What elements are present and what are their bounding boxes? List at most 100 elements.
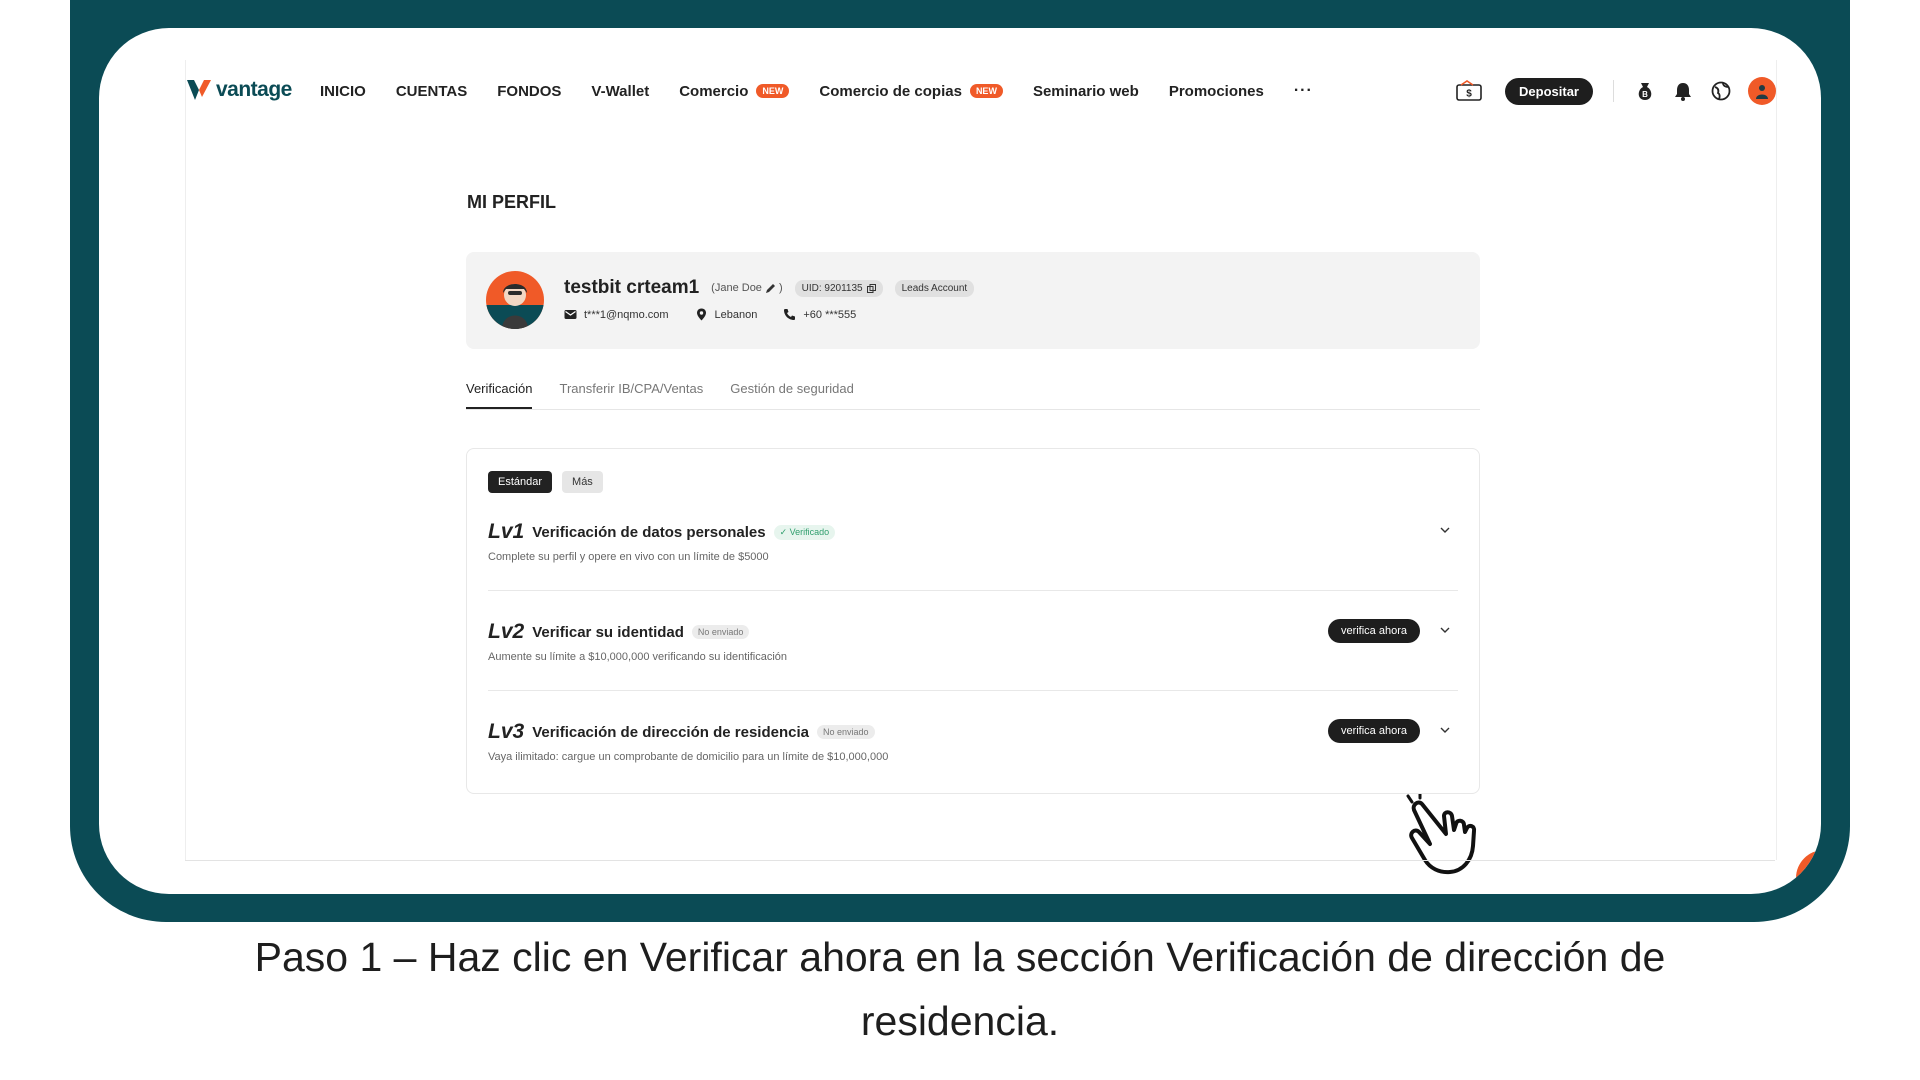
uid-text: UID: 9201135 bbox=[801, 282, 863, 294]
nav-item-label: Promociones bbox=[1168, 82, 1264, 100]
nav-item-inicio[interactable]: INICIO bbox=[320, 83, 366, 100]
level-title: Verificación de datos personales bbox=[532, 523, 766, 541]
nav-item-label: Comercio de copias bbox=[819, 82, 962, 100]
country-info: Lebanon bbox=[695, 308, 758, 321]
level-3-row[interactable]: Lv3 Verificación de dirección de residen… bbox=[488, 719, 1458, 820]
chat-bubble-icon bbox=[1812, 867, 1821, 890]
profile-name-row: testbit crteam1 (Jane Doe ) UID: 9201135… bbox=[564, 277, 975, 299]
globe-icon[interactable] bbox=[1710, 80, 1732, 102]
chevron-down-icon[interactable] bbox=[1438, 523, 1452, 537]
segment-more[interactable]: Más bbox=[562, 471, 603, 493]
phone-info: +60 ***555 bbox=[783, 308, 856, 321]
level-description: Aumente su límite a $10,000,000 verifica… bbox=[488, 651, 788, 663]
profile-avatar bbox=[486, 271, 544, 329]
edit-pencil-icon bbox=[765, 283, 775, 293]
user-icon bbox=[1756, 85, 1768, 99]
profile-card: testbit crteam1 (Jane Doe ) UID: 9201135… bbox=[466, 252, 1480, 349]
caption-line-2: residencia. bbox=[860, 998, 1060, 1044]
ticket-icon[interactable]: $ bbox=[1455, 80, 1483, 102]
app-bottom-border bbox=[185, 860, 1775, 861]
location-pin-icon bbox=[696, 308, 706, 321]
nav-item-fondos[interactable]: FONDOS bbox=[497, 83, 561, 100]
level-header: Lv2 Verificar su identidad No enviado bbox=[488, 620, 750, 644]
status-badge: No enviado bbox=[816, 725, 875, 739]
bell-icon[interactable] bbox=[1672, 80, 1694, 102]
level-title: Verificar su identidad bbox=[532, 623, 684, 641]
nav-item-label: CUENTAS bbox=[395, 82, 468, 100]
page-title: MI PERFIL bbox=[467, 192, 556, 212]
nav-item-label: V-Wallet bbox=[591, 82, 650, 100]
caption-line-1: Paso 1 – Haz clic en Verificar ahora en … bbox=[254, 934, 1666, 980]
avatar-illustration-icon bbox=[486, 284, 544, 329]
nav-right: $ Depositar B bbox=[1455, 60, 1776, 122]
nav-divider bbox=[1613, 80, 1614, 102]
status-badge: No enviado bbox=[691, 625, 750, 639]
new-badge: NEW bbox=[756, 84, 790, 98]
level-header: Lv1 Verificación de datos personales ✓ V… bbox=[488, 520, 836, 544]
account-type-badge: Leads Account bbox=[894, 279, 975, 297]
divider bbox=[488, 590, 1458, 591]
verify-now-button[interactable]: verifica ahora bbox=[1327, 619, 1420, 643]
profile-alias[interactable]: (Jane Doe ) bbox=[711, 282, 782, 294]
phone-icon bbox=[784, 309, 796, 320]
nav-item-label: FONDOS bbox=[497, 82, 562, 100]
pointer-hand-icon bbox=[1406, 794, 1477, 875]
nav-item-v-wallet[interactable]: V-Wallet bbox=[591, 83, 649, 100]
profile-name: testbit crteam1 bbox=[564, 277, 700, 298]
chevron-down-icon[interactable] bbox=[1438, 623, 1452, 637]
nav-item-seminario-web[interactable]: Seminario web bbox=[1033, 83, 1139, 100]
level-header: Lv3 Verificación de dirección de residen… bbox=[488, 720, 875, 744]
screen: vantage INICIO CUENTAS FONDOS V-Wallet C… bbox=[99, 28, 1821, 894]
email-info: t***1@nqmo.com bbox=[564, 308, 669, 321]
verify-now-button[interactable]: verifica ahora bbox=[1327, 719, 1420, 743]
level-title: Verificación de dirección de residencia bbox=[532, 723, 809, 741]
chat-button[interactable] bbox=[1796, 850, 1821, 894]
verification-card: Estándar Más Lv1 Verificación de datos p… bbox=[466, 448, 1480, 794]
svg-text:B: B bbox=[1642, 90, 1648, 99]
alias-text: (Jane Doe bbox=[711, 282, 762, 294]
bonus-bag-icon[interactable]: B bbox=[1634, 80, 1656, 102]
tab-verificacion[interactable]: Verificación bbox=[466, 381, 533, 409]
level-description: Vaya ilimitado: cargue un comprobante de… bbox=[488, 751, 889, 763]
profile-tabs: Verificación Transferir IB/CPA/Ventas Ge… bbox=[466, 381, 1480, 410]
deposit-button[interactable]: Depositar bbox=[1505, 77, 1593, 105]
level-1-row[interactable]: Lv1 Verificación de datos personales ✓ V… bbox=[488, 520, 1458, 620]
nav-items: INICIO CUENTAS FONDOS V-Wallet Comercio N… bbox=[320, 60, 1313, 122]
alias-close-paren: ) bbox=[778, 282, 783, 294]
nav-item-label: Comercio bbox=[679, 82, 749, 100]
app-window: vantage INICIO CUENTAS FONDOS V-Wallet C… bbox=[185, 60, 1821, 894]
nav-item-comercio-de-copias[interactable]: Comercio de copias NEW bbox=[819, 83, 1003, 100]
tutorial-caption: Paso 1 – Haz clic en Verificar ahora en … bbox=[0, 925, 1920, 1053]
nav-item-comercio[interactable]: Comercio NEW bbox=[679, 82, 790, 100]
uid-badge[interactable]: UID: 9201135 bbox=[794, 279, 883, 297]
tab-transferir[interactable]: Transferir IB/CPA/Ventas bbox=[559, 381, 703, 409]
country-text: Lebanon bbox=[714, 308, 758, 321]
nav-item-cuentas[interactable]: CUENTAS bbox=[396, 83, 467, 100]
nav-item-label: INICIO bbox=[320, 82, 366, 100]
verification-type-toggle: Estándar Más bbox=[488, 471, 603, 493]
more-menu-button[interactable]: ··· bbox=[1294, 82, 1313, 100]
chevron-down-icon[interactable] bbox=[1438, 723, 1452, 737]
profile-info-row: t***1@nqmo.com Lebanon +60 ***555 bbox=[564, 308, 856, 321]
nav-item-label: Seminario web bbox=[1032, 82, 1139, 100]
top-nav: vantage INICIO CUENTAS FONDOS V-Wallet C… bbox=[186, 60, 1776, 122]
vantage-logo-icon bbox=[187, 80, 211, 100]
level-description: Complete su perfil y opere en vivo con u… bbox=[488, 551, 769, 563]
level-tag: Lv2 bbox=[488, 620, 525, 643]
divider bbox=[488, 690, 1458, 691]
level-tag: Lv3 bbox=[488, 720, 525, 743]
phone-text: +60 ***555 bbox=[803, 308, 857, 321]
copy-icon bbox=[866, 283, 876, 293]
email-text: t***1@nqmo.com bbox=[584, 308, 669, 321]
mail-icon bbox=[564, 310, 577, 319]
segment-standard[interactable]: Estándar bbox=[488, 471, 553, 493]
nav-item-promociones[interactable]: Promociones bbox=[1169, 83, 1264, 100]
level-2-row[interactable]: Lv2 Verificar su identidad No enviado Au… bbox=[488, 619, 1458, 720]
logo-text: vantage bbox=[216, 78, 292, 101]
svg-text:$: $ bbox=[1466, 89, 1472, 100]
logo[interactable]: vantage bbox=[186, 78, 292, 102]
tab-gestion-seguridad[interactable]: Gestión de seguridad bbox=[730, 381, 854, 409]
new-badge: NEW bbox=[969, 84, 1003, 98]
level-tag: Lv1 bbox=[488, 520, 525, 543]
user-avatar[interactable] bbox=[1748, 77, 1776, 105]
